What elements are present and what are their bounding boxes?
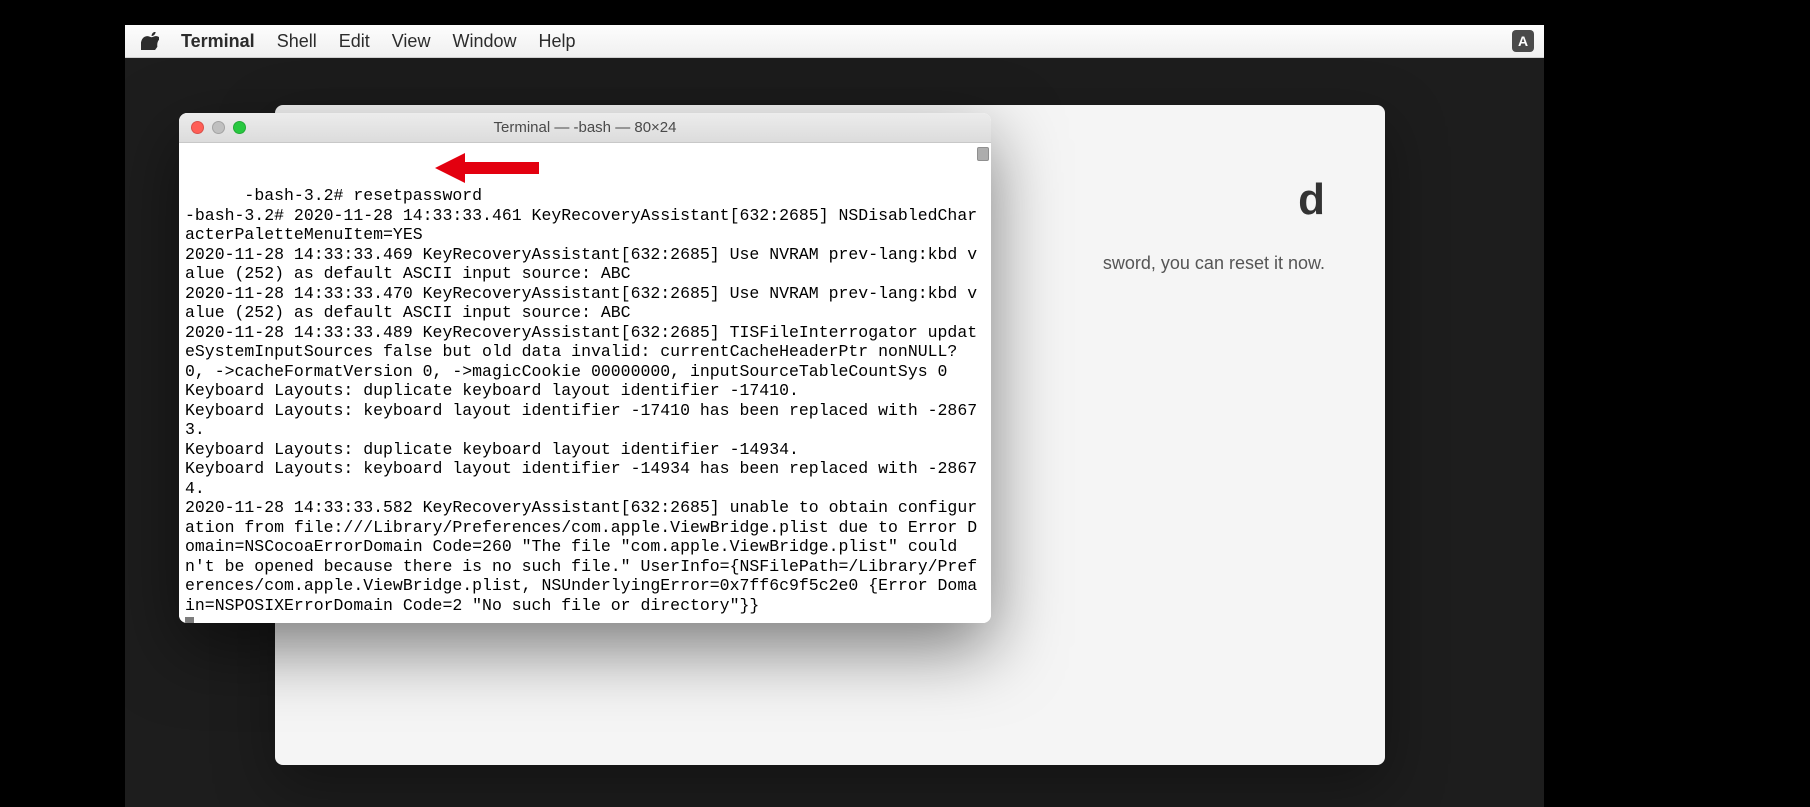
menu-help[interactable]: Help: [538, 31, 575, 52]
apple-logo-icon[interactable]: [141, 32, 159, 50]
terminal-titlebar[interactable]: Terminal — -bash — 80×24: [179, 113, 991, 143]
desktop-stage: Terminal Shell Edit View Window Help A d…: [125, 25, 1544, 807]
terminal-title: Terminal — -bash — 80×24: [179, 119, 991, 136]
minimize-button[interactable]: [212, 121, 225, 134]
terminal-output-line: Keyboard Layouts: keyboard layout identi…: [185, 401, 977, 440]
zoom-button[interactable]: [233, 121, 246, 134]
menu-view[interactable]: View: [392, 31, 431, 52]
terminal-body[interactable]: -bash-3.2# resetpassword -bash-3.2# 2020…: [179, 143, 991, 623]
terminal-output-line: -bash-3.2# 2020-11-28 14:33:33.461 KeyRe…: [185, 206, 977, 245]
terminal-prompt: -bash-3.2#: [244, 186, 353, 205]
terminal-output-line: Keyboard Layouts: duplicate keyboard lay…: [185, 440, 799, 459]
menu-shell[interactable]: Shell: [277, 31, 317, 52]
terminal-output-line: 2020-11-28 14:33:33.470 KeyRecoveryAssis…: [185, 284, 977, 323]
terminal-command: resetpassword: [353, 186, 482, 205]
terminal-window: Terminal — -bash — 80×24 -bash-3.2# rese…: [179, 113, 991, 623]
traffic-lights: [179, 121, 246, 134]
terminal-output-line: 2020-11-28 14:33:33.489 KeyRecoveryAssis…: [185, 323, 977, 381]
menubar: Terminal Shell Edit View Window Help A: [125, 25, 1544, 58]
close-button[interactable]: [191, 121, 204, 134]
terminal-output-line: Keyboard Layouts: duplicate keyboard lay…: [185, 381, 799, 400]
terminal-cursor: [185, 617, 194, 623]
terminal-output-line: 2020-11-28 14:33:33.469 KeyRecoveryAssis…: [185, 245, 977, 284]
input-source-indicator[interactable]: A: [1512, 30, 1534, 52]
menubar-app-name[interactable]: Terminal: [181, 31, 255, 52]
scrollbar-thumb[interactable]: [977, 147, 989, 161]
menu-window[interactable]: Window: [452, 31, 516, 52]
terminal-output-line: 2020-11-28 14:33:33.582 KeyRecoveryAssis…: [185, 498, 977, 615]
menu-edit[interactable]: Edit: [339, 31, 370, 52]
terminal-output-line: Keyboard Layouts: keyboard layout identi…: [185, 459, 977, 498]
